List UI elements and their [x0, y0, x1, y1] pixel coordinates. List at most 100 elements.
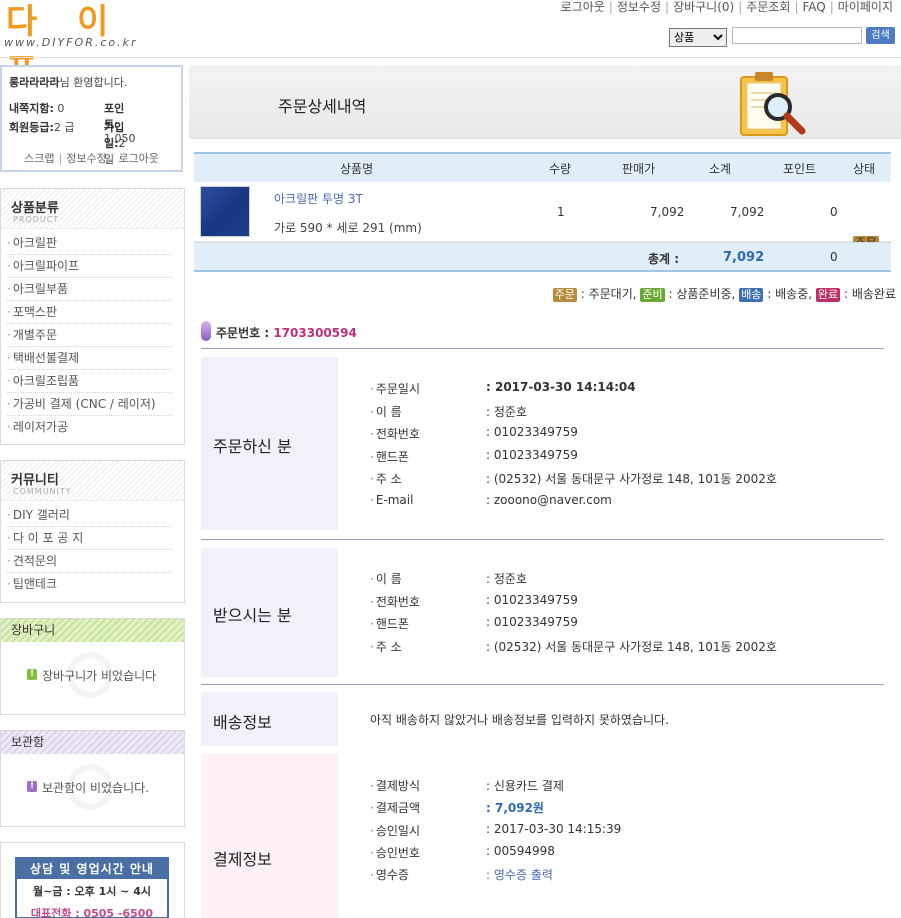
- username: 롱라라라라: [9, 76, 60, 89]
- legend-badge-ready: 준비: [640, 288, 665, 302]
- payment-info: · 결제방식: 신용카드 결제 · 결제금액: 7,092원 · 승인일시: 2017…: [370, 779, 622, 883]
- header-divider: [0, 57, 901, 58]
- col-product-name: 상품명: [340, 162, 374, 176]
- nav-mypage[interactable]: 마이페이지: [838, 0, 893, 14]
- member-row-1: 내쪽지함: 0 포인트: 1,050: [9, 102, 136, 145]
- product-thumbnail[interactable]: [200, 186, 250, 237]
- category-header: 상품분류 PRODUCT: [1, 189, 184, 229]
- community-item[interactable]: · 팁앤테크: [7, 573, 172, 596]
- storage-title[interactable]: 보관함: [1, 731, 184, 754]
- category-item[interactable]: · 아크릴판: [7, 232, 172, 255]
- nav-edit-info[interactable]: 정보수정: [617, 0, 661, 14]
- payment-amount: : 7,092원: [486, 801, 544, 815]
- orderer-section-label: 주문하신 분: [201, 357, 338, 530]
- product-category-box: 상품분류 PRODUCT · 아크릴판 · 아크릴파이프 · 아크릴부품 · 포맥스판 …: [0, 188, 185, 445]
- col-status: 상태: [853, 162, 876, 176]
- top-nav: 로그아웃 | 정보수정 | 장바구니(0) | 주문조회 | FAQ | 마이페이지: [560, 0, 893, 14]
- welcome-text: 롱라라라라님 환영합니다.: [9, 76, 128, 89]
- receiver-section-label: 받으시는 분: [201, 548, 338, 677]
- member-links: 스크랩 | 정보수정 | 로그아웃: [24, 152, 159, 165]
- community-list: · DIY 갤러리 · 다 이 포 공 지 · 견적문의 · 팁앤테크: [1, 501, 184, 596]
- section-divider: [201, 684, 884, 685]
- logout-link[interactable]: 로그아웃: [118, 152, 158, 165]
- order-number-value: 1703300594: [273, 326, 357, 340]
- shipping-message: 아직 배송하지 않았거나 배송정보를 입력하지 못하였습니다.: [370, 713, 669, 727]
- legend-badge-shipping: 배송: [739, 288, 764, 302]
- category-item[interactable]: · 아크릴부품: [7, 278, 172, 301]
- col-subtotal: 소계: [709, 162, 732, 176]
- search-input[interactable]: [732, 27, 862, 44]
- cart-empty-message: 장바구니가 비었습니다: [42, 669, 157, 683]
- table-header: 상품명 수량 판매가 소계 포인트 상태: [194, 152, 891, 182]
- phone-line: 대표전화 : 0505 -6500 -100: [30, 907, 154, 918]
- col-point: 포인트: [783, 162, 817, 176]
- nav-order-lookup[interactable]: 주문조회: [746, 0, 790, 14]
- community-subtitle: COMMUNITY: [13, 487, 72, 496]
- pill-icon: [201, 321, 211, 341]
- edit-info-link[interactable]: 정보수정: [66, 152, 106, 165]
- row-price: 7,092: [650, 205, 685, 219]
- total-label: 총계 :: [648, 252, 680, 266]
- scrap-link[interactable]: 스크랩: [24, 152, 54, 165]
- product-name-link[interactable]: 아크릴판 투명 3T: [274, 190, 363, 207]
- total-amount: 7,092: [723, 250, 765, 265]
- nav-faq[interactable]: FAQ: [803, 0, 826, 14]
- legend-badge-order: 주문: [552, 288, 577, 302]
- payment-section-label: 결제정보: [201, 754, 338, 918]
- row-subtotal: 7,092: [730, 205, 765, 219]
- business-hours-box: 상담 및 영업시간 안내 월~금 : 오후 1시 ~ 4시 대표전화 : 050…: [0, 842, 185, 918]
- orderer-info: · 주문일시: 2017-03-30 14:14:04 · 이 름: 정준호 · 전화…: [370, 380, 777, 507]
- col-qty: 수량: [549, 162, 572, 176]
- category-item[interactable]: · 가공비 결제 (CNC / 레이저): [7, 393, 172, 416]
- community-box: 커뮤니티 COMMUNITY · DIY 갤러리 · 다 이 포 공 지 · 견적문의…: [0, 460, 185, 603]
- status-legend: 주문 : 주문대기, 준비 : 상품준비중, 배송 : 배송중, 완료 : 배송…: [552, 287, 896, 302]
- receipt-print-link[interactable]: : 영수증 출력: [486, 866, 553, 883]
- search-category-select[interactable]: 상품: [669, 28, 727, 47]
- receiver-info: · 이 름: 정준호 · 전화번호: 01023349759 · 핸드폰: 01023…: [370, 572, 777, 654]
- table-total-row: 총계 : 7,092 0: [194, 242, 891, 272]
- section-divider: [201, 539, 884, 540]
- exclamation-icon: !: [27, 669, 37, 680]
- site-logo[interactable]: 다 이 포 www.DIYFOR.co.kr: [2, 0, 172, 91]
- category-item[interactable]: · 포맥스판: [7, 301, 172, 324]
- exclamation-icon: !: [27, 781, 37, 792]
- nav-logout[interactable]: 로그아웃: [561, 0, 605, 14]
- business-hours-banner[interactable]: 상담 및 영업시간 안내 월~금 : 오후 1시 ~ 4시 대표전화 : 050…: [15, 857, 169, 918]
- row-point: 0: [830, 205, 838, 219]
- community-item[interactable]: · 다 이 포 공 지: [7, 527, 172, 550]
- search-button[interactable]: 검색: [866, 27, 895, 44]
- community-title: 커뮤니티: [11, 473, 59, 488]
- messages-count[interactable]: 0: [57, 102, 64, 115]
- category-item[interactable]: · 아크릴파이프: [7, 255, 172, 278]
- page-title: 주문상세내역: [278, 97, 367, 116]
- category-list: · 아크릴판 · 아크릴파이프 · 아크릴부품 · 포맥스판 · 개별주문 · 택배선불결제…: [1, 229, 184, 439]
- member-box: 롱라라라라님 환영합니다. 내쪽지함: 0 포인트: 1,050 회원등급:2 …: [0, 65, 183, 172]
- total-point: 0: [830, 250, 838, 264]
- clipboard-search-icon: [740, 72, 806, 136]
- hours-line: 월~금 : 오후 1시 ~ 4시: [32, 885, 151, 898]
- row-qty: 1: [557, 205, 565, 219]
- grade-value: 2 급: [53, 121, 75, 134]
- community-item[interactable]: · 견적문의: [7, 550, 172, 573]
- cart-title[interactable]: 장바구니: [1, 619, 184, 642]
- order-number-label: 주문번호 :: [216, 326, 270, 340]
- nav-cart[interactable]: 장바구니(0): [673, 0, 734, 14]
- col-price: 판매가: [622, 162, 656, 176]
- hours-title: 상담 및 영업시간 안내: [17, 859, 167, 879]
- category-item[interactable]: · 택배선불결제: [7, 347, 172, 370]
- product-option: 가로 590 * 세로 291 (mm): [274, 221, 422, 235]
- community-header: 커뮤니티 COMMUNITY: [1, 461, 184, 501]
- legend-badge-done: 완료: [815, 288, 841, 302]
- category-item[interactable]: · 개별주문: [7, 324, 172, 347]
- section-divider: [201, 348, 884, 349]
- member-row-2: 회원등급:2 급 가입일:2 일: [9, 121, 126, 166]
- cart-box: 장바구니 ! 장바구니가 비었습니다: [0, 618, 185, 715]
- product-table: 상품명 수량 판매가 소계 포인트 상태 아크릴판 투명 3T 가로 590 *…: [194, 152, 891, 272]
- category-item[interactable]: · 레이저가공: [7, 416, 172, 439]
- table-row: 아크릴판 투명 3T 가로 590 * 세로 291 (mm) 1 7,092 …: [194, 182, 891, 250]
- category-subtitle: PRODUCT: [13, 215, 60, 224]
- category-title: 상품분류: [11, 201, 59, 216]
- community-item[interactable]: · DIY 갤러리: [7, 504, 172, 527]
- shipping-section-label: 배송정보: [201, 692, 338, 746]
- category-item[interactable]: · 아크릴조립품: [7, 370, 172, 393]
